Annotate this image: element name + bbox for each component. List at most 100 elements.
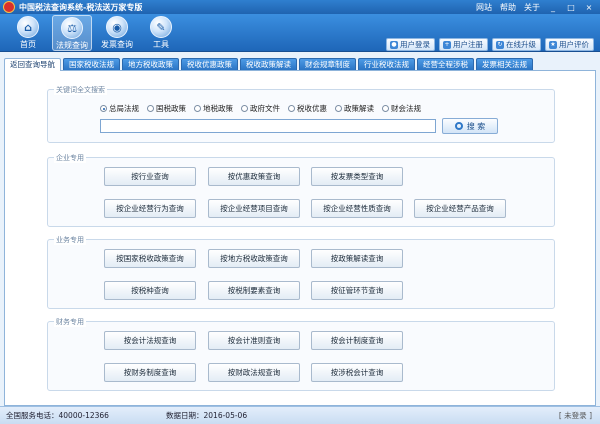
tab-policy-interpretation[interactable]: 税收政策解读	[240, 58, 297, 70]
radio-gov-docs[interactable]: 政府文件	[241, 103, 280, 114]
btn-by-business-product[interactable]: 按企业经营产品查询	[414, 199, 506, 218]
radio-label: 政策解读	[344, 104, 374, 113]
feedback-icon: ★	[549, 40, 557, 49]
btn-by-accounting-system[interactable]: 按会计制度查询	[311, 331, 403, 350]
radio-local-tax[interactable]: 地税政策	[194, 103, 233, 114]
radio-label: 财会法规	[391, 104, 421, 113]
law-search-icon: ⚖	[61, 17, 83, 39]
fulltext-search-group: 关键词全文搜索 总局法规 国税政策 地税政策 政府文件 税收优惠 政策解读 财会…	[47, 85, 555, 143]
tab-local-tax-policy[interactable]: 地方税收政策	[122, 58, 179, 70]
toolbar-tools-label: 工具	[153, 40, 169, 49]
user-login-button[interactable]: ● 用户登录	[386, 38, 435, 51]
btn-by-invoice-type[interactable]: 按发票类型查询	[311, 167, 403, 186]
tab-industry-tax-law[interactable]: 行业税收法规	[358, 58, 415, 70]
radio-dot	[288, 105, 295, 112]
search-scope-options: 总局法规 国税政策 地税政策 政府文件 税收优惠 政策解读 财会法规	[100, 103, 421, 114]
btn-by-policy-interp[interactable]: 按政策解读查询	[311, 249, 403, 268]
btn-by-incentive[interactable]: 按优惠政策查询	[208, 167, 300, 186]
search-icon	[454, 122, 463, 130]
invoice-search-icon: ◉	[106, 16, 128, 38]
btn-by-national-policy[interactable]: 按国家税收政策查询	[104, 249, 196, 268]
search-button[interactable]: 搜 索	[442, 118, 498, 134]
title-bar-links: 网站 帮助 关于 _ □ ×	[476, 0, 594, 14]
quick-actions: ● 用户登录 + 用户注册 ↻ 在线升级 ★ 用户评价	[386, 38, 594, 51]
btn-by-business-nature[interactable]: 按企业经营性质查询	[311, 199, 403, 218]
radio-label: 政府文件	[250, 104, 280, 113]
tab-invoice-rules[interactable]: 发票相关法规	[476, 58, 533, 70]
btn-by-local-policy[interactable]: 按地方税收政策查询	[208, 249, 300, 268]
radio-policy-interp[interactable]: 政策解读	[335, 103, 374, 114]
website-link[interactable]: 网站	[476, 2, 492, 13]
title-bar: 中国税法查询系统-税法送万家专版 网站 帮助 关于 _ □ ×	[0, 0, 600, 14]
login-status: [ 未登录 ]	[558, 411, 592, 420]
toolbar-home[interactable]: ⌂ 首页	[8, 15, 48, 51]
user-login-icon: ●	[390, 40, 398, 49]
main-toolbar: ⌂ 首页 ⚖ 法规查询 ◉ 发票查询 ✎ 工具 ● 用户登录 + 用户注册 ↻ …	[0, 14, 600, 52]
toolbar-tools[interactable]: ✎ 工具	[141, 15, 181, 51]
btn-by-finance-system[interactable]: 按财务制度查询	[104, 363, 196, 382]
btn-by-business-behavior[interactable]: 按企业经营行为查询	[104, 199, 196, 218]
finance-group-title: 财务专用	[54, 317, 86, 327]
about-link[interactable]: 关于	[524, 2, 540, 13]
btn-by-industry[interactable]: 按行业查询	[104, 167, 196, 186]
data-date: 数据日期：2016-05-06	[166, 411, 248, 420]
search-input[interactable]	[100, 119, 436, 133]
service-hotline: 全国服务电话：40000-12366	[6, 411, 109, 420]
finance-group: 财务专用 按会计法规查询 按会计准则查询 按会计制度查询 按财务制度查询 按财政…	[47, 317, 555, 391]
btn-by-tax-element[interactable]: 按税制要素查询	[208, 281, 300, 300]
tab-tax-incentives[interactable]: 税收优惠政策	[181, 58, 238, 70]
toolbar-home-label: 首页	[20, 40, 36, 49]
search-group-title: 关键词全文搜索	[54, 85, 107, 95]
user-register-label: 用户注册	[453, 40, 483, 49]
business-group: 业务专用 按国家税收政策查询 按地方税收政策查询 按政策解读查询 按税种查询 按…	[47, 235, 555, 309]
btn-by-collection-stage[interactable]: 按征管环节查询	[311, 281, 403, 300]
enterprise-group: 企业专用 按行业查询 按优惠政策查询 按发票类型查询 按企业经营行为查询 按企业…	[47, 153, 555, 227]
online-upgrade-label: 在线升级	[506, 40, 536, 49]
app-logo-icon	[3, 1, 15, 13]
radio-dot	[335, 105, 342, 112]
radio-dot	[241, 105, 248, 112]
radio-accounting-law[interactable]: 财会法规	[382, 103, 421, 114]
radio-bureau-law[interactable]: 总局法规	[100, 103, 139, 114]
tab-query-nav[interactable]: 返回查询导航	[4, 58, 61, 71]
query-navigation-panel: 关键词全文搜索 总局法规 国税政策 地税政策 政府文件 税收优惠 政策解读 财会…	[4, 71, 596, 406]
radio-label: 税收优惠	[297, 104, 327, 113]
radio-label: 国税政策	[156, 104, 186, 113]
tools-icon: ✎	[150, 16, 172, 38]
toolbar-invoice-search-label: 发票查询	[101, 40, 133, 49]
enterprise-group-title: 企业专用	[54, 153, 86, 163]
radio-dot	[100, 105, 107, 112]
radio-dot	[194, 105, 201, 112]
minimize-button[interactable]: _	[548, 3, 558, 12]
app-title: 中国税法查询系统-税法送万家专版	[19, 2, 143, 12]
toolbar-invoice-search[interactable]: ◉ 发票查询	[97, 15, 137, 51]
btn-by-accounting-standard[interactable]: 按会计准则查询	[208, 331, 300, 350]
tab-business-tax[interactable]: 经营全程涉税	[417, 58, 474, 70]
btn-by-tax-type[interactable]: 按税种查询	[104, 281, 196, 300]
user-feedback-button[interactable]: ★ 用户评价	[545, 38, 594, 51]
radio-dot	[147, 105, 154, 112]
btn-by-business-project[interactable]: 按企业经营项目查询	[208, 199, 300, 218]
btn-by-fiscal-law[interactable]: 按财政法规查询	[208, 363, 300, 382]
btn-by-tax-accounting[interactable]: 按涉税会计查询	[311, 363, 403, 382]
maximize-button[interactable]: □	[566, 3, 576, 12]
radio-tax-incentive[interactable]: 税收优惠	[288, 103, 327, 114]
radio-dot	[382, 105, 389, 112]
radio-national-tax[interactable]: 国税政策	[147, 103, 186, 114]
radio-label: 地税政策	[203, 104, 233, 113]
category-tabs: 返回查询导航 国家税收法规 地方税收政策 税收优惠政策 税收政策解读 财会规章制…	[4, 58, 596, 71]
online-upgrade-button[interactable]: ↻ 在线升级	[492, 38, 541, 51]
tab-accounting-rules[interactable]: 财会规章制度	[299, 58, 356, 70]
user-login-label: 用户登录	[400, 40, 430, 49]
toolbar-law-search[interactable]: ⚖ 法规查询	[52, 15, 92, 51]
business-group-title: 业务专用	[54, 235, 86, 245]
status-bar: 全国服务电话：40000-12366 数据日期：2016-05-06 [ 未登录…	[0, 406, 600, 424]
close-button[interactable]: ×	[584, 3, 594, 12]
search-button-label: 搜 索	[466, 121, 486, 131]
user-register-button[interactable]: + 用户注册	[439, 38, 488, 51]
btn-by-accounting-law[interactable]: 按会计法规查询	[104, 331, 196, 350]
help-link[interactable]: 帮助	[500, 2, 516, 13]
home-icon: ⌂	[17, 16, 39, 38]
user-feedback-label: 用户评价	[559, 40, 589, 49]
tab-national-tax-law[interactable]: 国家税收法规	[63, 58, 120, 70]
